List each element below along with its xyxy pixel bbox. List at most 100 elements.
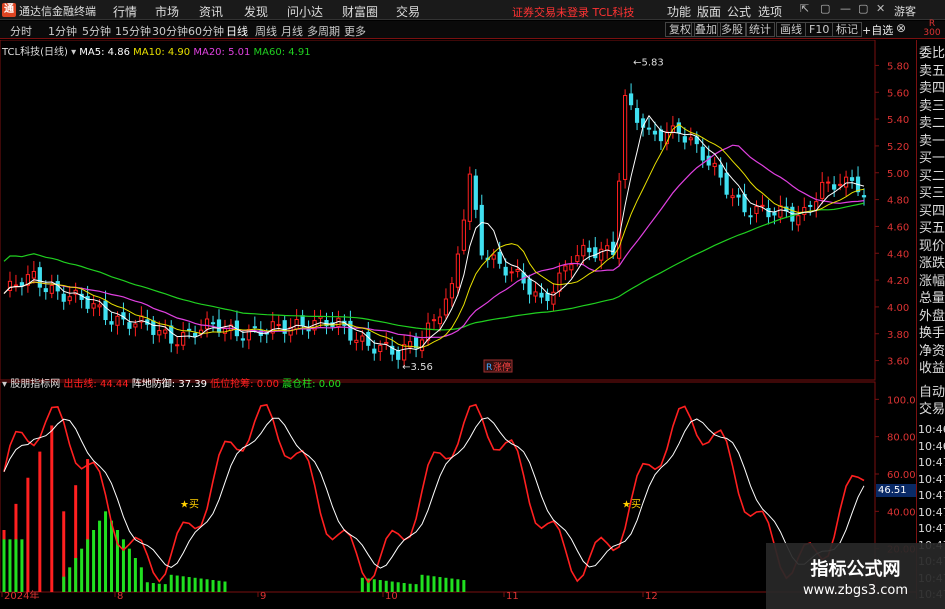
candle-body — [724, 172, 729, 195]
add-favorite-button[interactable]: +自选 — [862, 22, 893, 38]
shake-bar — [217, 580, 221, 592]
shake-bar — [14, 539, 18, 592]
side-time-0: 10:46 — [918, 423, 945, 436]
menu-market[interactable]: 市场 — [155, 3, 179, 20]
low-grab-bar — [38, 451, 42, 592]
menu-quotes[interactable]: 行情 — [113, 3, 137, 20]
menu-formula[interactable]: 公式 — [727, 3, 751, 20]
shake-bar — [426, 575, 430, 592]
candle-body — [832, 184, 837, 190]
mark-button[interactable]: 标记 — [832, 22, 862, 37]
date-label-2: 9 — [260, 591, 266, 599]
period-daily[interactable]: 日线 — [226, 23, 248, 39]
side-tab-0[interactable]: 自动 — [919, 385, 945, 400]
stats-button[interactable]: 统计 — [745, 22, 775, 37]
shake-bar — [175, 575, 179, 592]
stock-name[interactable]: TCL科技(日线) — [2, 47, 68, 58]
shake-bar — [444, 577, 448, 592]
shake-bar — [181, 576, 185, 592]
period-tick[interactable]: 分时 — [10, 23, 32, 39]
candle-body — [479, 204, 484, 256]
period-1min[interactable]: 1分钟 — [48, 23, 77, 39]
menu-discover[interactable]: 发现 — [244, 3, 268, 20]
menu-news[interactable]: 资讯 — [199, 3, 223, 20]
menu-function[interactable]: 功能 — [667, 3, 691, 20]
candle-body — [652, 130, 658, 135]
candle-body — [163, 329, 168, 334]
side-label-5: 卖一 — [919, 133, 945, 149]
period-30min[interactable]: 30分钟 — [152, 23, 188, 39]
candle-body — [109, 321, 114, 325]
low-grab-bar — [50, 425, 54, 592]
chart-area[interactable]: ←5.83 ←3.56 R 涨停 ★买 ★买 5.80 5.60 5.40 5.20 5.00 4… — [0, 40, 916, 599]
candle-body — [133, 323, 138, 328]
candle-body — [193, 332, 198, 337]
login-warning[interactable]: 证券交易未登录 TCL科技 — [512, 4, 634, 20]
menu-trade[interactable]: 交易 — [396, 3, 420, 20]
menu-layout[interactable]: 版面 — [697, 3, 721, 20]
side-tab-1[interactable]: 交易 — [919, 402, 945, 417]
candle-body — [473, 175, 478, 210]
candle-body — [634, 108, 640, 123]
period-multi[interactable]: 多周期 — [307, 23, 340, 39]
candle-body — [515, 269, 520, 272]
candle-body — [204, 318, 210, 330]
candle-body — [682, 136, 687, 143]
shake-bar — [360, 577, 364, 592]
period-15min[interactable]: 15分钟 — [115, 23, 151, 39]
candle-body — [61, 293, 66, 302]
indicator-menu-icon[interactable]: ▾ — [2, 379, 7, 390]
shake-bar — [163, 584, 167, 592]
menu-ask[interactable]: 问小达 — [287, 3, 323, 20]
candle-body — [449, 283, 455, 299]
candle-body — [820, 181, 825, 199]
maximize-window-icon[interactable]: ▢ — [858, 2, 868, 15]
period-60min[interactable]: 60分钟 — [188, 23, 224, 39]
indicator-name[interactable]: 股朋指标网 — [10, 379, 60, 390]
ind-label-0: 100.0 — [887, 395, 916, 406]
period-monthly[interactable]: 月线 — [281, 23, 303, 39]
shake-bar — [92, 530, 96, 592]
ind-label-3: 40.00 — [887, 507, 916, 518]
period-5min[interactable]: 5分钟 — [82, 23, 111, 39]
high-price-label: ←5.83 — [633, 57, 664, 68]
restore-window-icon[interactable]: ▢ — [820, 2, 830, 15]
pin-window-icon[interactable]: ⇱ — [800, 2, 809, 15]
price-label-9: 4.00 — [887, 303, 909, 314]
price-label-7: 4.40 — [887, 249, 909, 260]
menu-wealth[interactable]: 财富圈 — [342, 3, 378, 20]
indicator-frame — [0, 381, 876, 593]
date-label-1: 8 — [117, 591, 123, 599]
limit-up-mark: R — [486, 363, 492, 373]
f10-button[interactable]: F10 — [805, 22, 834, 37]
menu-options[interactable]: 选项 — [758, 3, 782, 20]
period-weekly[interactable]: 周线 — [255, 23, 277, 39]
multi-stock-button[interactable]: 多股 — [717, 22, 747, 37]
candle-body — [175, 344, 180, 347]
candle-body — [151, 320, 156, 335]
candle-body — [533, 291, 538, 297]
minimize-window-icon[interactable]: — — [840, 2, 851, 15]
shake-bar — [205, 579, 209, 592]
candle-body — [396, 350, 401, 360]
shake-bar — [68, 567, 72, 592]
shake-bar — [187, 577, 191, 592]
candle-body — [276, 324, 281, 327]
stock-menu-icon[interactable]: ▾ — [71, 47, 76, 58]
candle-body — [294, 319, 299, 330]
candle-body — [360, 335, 365, 342]
guest-user[interactable]: 游客 — [894, 3, 916, 19]
period-more[interactable]: 更多 — [344, 23, 366, 39]
close-chart-icon[interactable]: ⊗ — [896, 21, 906, 35]
candle-body — [849, 177, 855, 181]
shake-bar-label: 震仓柱: 0.00 — [282, 379, 341, 390]
candle-body — [91, 303, 96, 309]
r-label: R 300 — [923, 19, 941, 38]
shake-bar — [456, 579, 460, 592]
title-bar: 通 通达信金融终端 行情 市场 资讯 发现 问小达 财富圈 交易 证券交易未登录… — [0, 0, 945, 20]
side-label-15: 外盘 — [919, 308, 945, 324]
close-window-icon[interactable]: ✕ — [876, 2, 885, 15]
draw-line-button[interactable]: 画线 — [776, 22, 806, 37]
candle-body — [599, 248, 604, 261]
shake-bar — [414, 584, 418, 592]
